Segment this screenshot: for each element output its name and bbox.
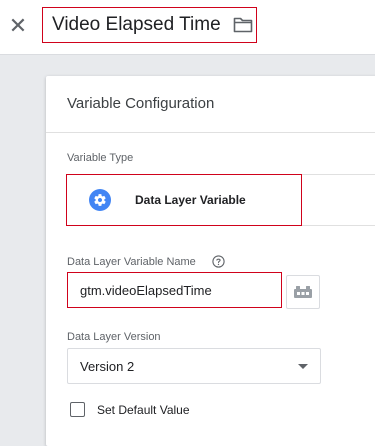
dl-version-value: Version 2 bbox=[80, 358, 135, 374]
help-icon[interactable] bbox=[212, 255, 225, 268]
variable-type-value: Data Layer Variable bbox=[135, 193, 246, 207]
chevron-down-icon bbox=[298, 364, 308, 369]
top-bar: ✕ Video Elapsed Time bbox=[0, 0, 375, 55]
gear-icon bbox=[89, 189, 111, 211]
variable-name-title[interactable]: Video Elapsed Time bbox=[42, 7, 257, 43]
variable-type-selector[interactable]: Data Layer Variable bbox=[66, 174, 302, 226]
default-value-label[interactable]: Set Default Value bbox=[97, 403, 190, 417]
dl-version-select[interactable]: Version 2 bbox=[67, 348, 321, 384]
dlv-name-input[interactable]: gtm.videoElapsedTime bbox=[67, 272, 282, 308]
variable-type-label: Variable Type bbox=[67, 152, 134, 164]
page-title[interactable]: Video Elapsed Time bbox=[52, 14, 221, 36]
variable-configuration-card: Variable Configuration Variable Type Dat… bbox=[46, 76, 375, 446]
variable-picker-icon[interactable] bbox=[286, 275, 320, 309]
card-header: Variable Configuration bbox=[46, 76, 375, 133]
card-title: Variable Configuration bbox=[67, 95, 215, 112]
close-icon[interactable]: ✕ bbox=[8, 13, 28, 38]
folder-icon[interactable] bbox=[233, 17, 253, 33]
dlv-name-label: Data Layer Variable Name bbox=[67, 256, 196, 268]
default-value-checkbox[interactable] bbox=[70, 402, 85, 417]
type-panel-edge bbox=[302, 174, 375, 226]
dl-version-label: Data Layer Version bbox=[67, 331, 161, 343]
